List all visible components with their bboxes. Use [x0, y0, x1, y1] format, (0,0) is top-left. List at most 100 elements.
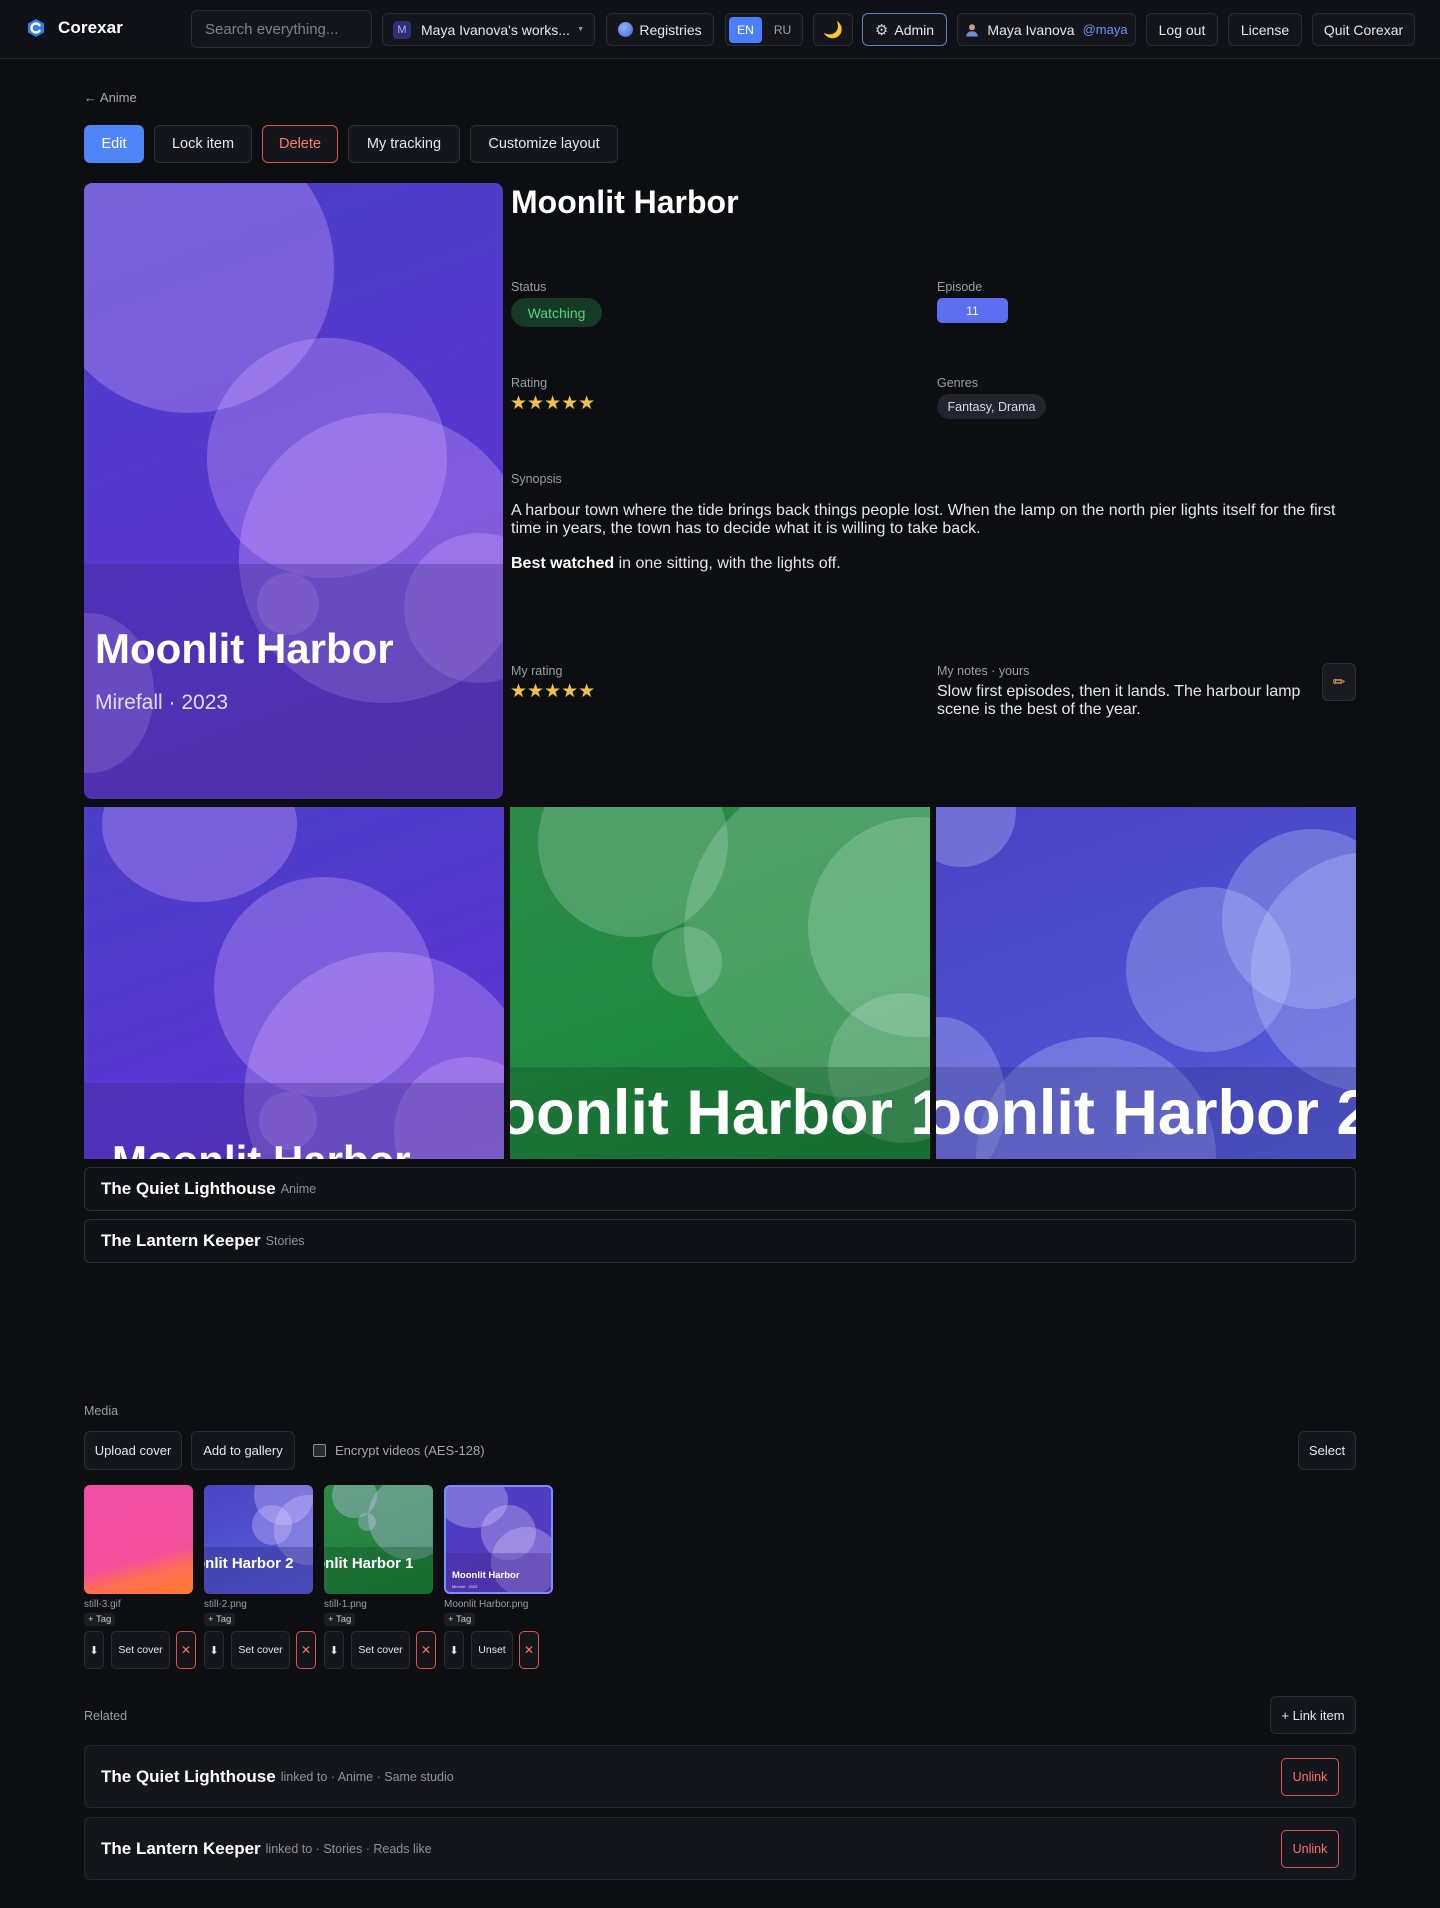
tile-bubble — [652, 927, 722, 997]
top-bar: Corexar Search everything... M Maya Ivan… — [0, 0, 1440, 59]
add-to-gallery-button[interactable]: Add to gallery — [191, 1431, 295, 1470]
delete-button[interactable]: Delete — [262, 125, 338, 163]
genre-chip[interactable]: Fantasy, Drama — [937, 394, 1046, 419]
registries-button[interactable]: Registries — [606, 13, 714, 46]
download-icon[interactable]: ⬇ — [324, 1631, 344, 1669]
media-filename: still-2.png — [204, 1599, 247, 1610]
remove-icon[interactable]: ✕ — [519, 1631, 539, 1669]
my-notes-label: My notes · yours — [937, 664, 1030, 678]
link-item-button[interactable]: + Link item — [1270, 1696, 1356, 1734]
download-icon[interactable]: ⬇ — [84, 1631, 104, 1669]
related-item-row[interactable]: The Lantern Keeper linked to · Stories ·… — [84, 1817, 1356, 1880]
related-item-name: The Lantern Keeper — [101, 1838, 261, 1858]
thumb-caption: onlit Harbor 1 — [324, 1555, 414, 1572]
select-button[interactable]: Select — [1298, 1431, 1356, 1470]
breadcrumb-back-link[interactable]: ← Anime — [84, 90, 137, 105]
status-badge[interactable]: Watching — [511, 298, 602, 327]
add-tag-button[interactable]: + Tag — [444, 1613, 476, 1626]
unlink-button[interactable]: Unlink — [1281, 1830, 1339, 1868]
search-input[interactable]: Search everything... — [191, 10, 372, 48]
gear-icon: ⚙ — [874, 21, 889, 39]
episode-label: Episode — [937, 280, 983, 294]
thumb-caption: onlit Harbor 2 — [204, 1555, 294, 1572]
unset-cover-button[interactable]: Unset — [471, 1631, 513, 1669]
gallery-tile[interactable]: Moonlit Harbor 1 — [510, 807, 930, 1159]
linked-item-name: The Lantern Keeper — [101, 1231, 261, 1250]
episode-badge[interactable]: 11 — [937, 298, 1008, 323]
upload-cover-button[interactable]: Upload cover — [84, 1431, 182, 1470]
theme-toggle-button[interactable]: 🌙 — [813, 13, 853, 46]
globe-icon — [618, 22, 634, 37]
media-thumbnail-selected[interactable]: Moonlit Harbor Mirefall · 2023 — [444, 1485, 553, 1594]
cover-subtitle: Mirefall · 2023 — [95, 691, 229, 714]
set-cover-button[interactable]: Set cover — [231, 1631, 290, 1669]
related-item-name: The Quiet Lighthouse — [101, 1766, 276, 1786]
synopsis-bold: Best watched — [511, 555, 615, 572]
media-filename: still-3.gif — [84, 1599, 121, 1610]
my-rating-stars[interactable]: ★★★★★ — [510, 680, 595, 703]
rating-stars: ★★★★★ — [510, 393, 596, 414]
remove-icon[interactable]: ✕ — [416, 1631, 436, 1669]
add-tag-button[interactable]: + Tag — [324, 1613, 356, 1626]
my-tracking-button[interactable]: My tracking — [348, 125, 460, 163]
related-section-label: Related — [84, 1709, 128, 1723]
admin-label: Admin — [894, 21, 935, 38]
user-menu-button[interactable]: Maya Ivanova @maya — [957, 13, 1136, 46]
media-thumbnail[interactable]: onlit Harbor 1 — [324, 1485, 433, 1594]
item-title: Moonlit Harbor — [511, 184, 739, 220]
encrypt-videos-label: Encrypt videos (AES-128) — [335, 1443, 485, 1458]
brand[interactable]: Corexar — [26, 18, 123, 38]
workspace-selector[interactable]: M Maya Ivanova's works... ▼ — [382, 13, 595, 46]
synopsis-text: A harbour town where the tide brings bac… — [511, 502, 1336, 537]
linked-item-row[interactable]: The Quiet Lighthouse Anime — [84, 1167, 1356, 1211]
logout-button[interactable]: Log out — [1146, 13, 1218, 46]
tile-caption: Moonlit Harbor — [112, 1137, 411, 1159]
thumb-caption: Moonlit Harbor — [452, 1570, 520, 1581]
download-icon[interactable]: ⬇ — [444, 1631, 464, 1669]
registries-label: Registries — [639, 21, 702, 38]
my-notes-text: Slow first episodes, then it lands. The … — [937, 683, 1301, 718]
user-icon — [966, 23, 979, 36]
cover-band — [84, 564, 503, 799]
synopsis-rest: in one sitting, with the lights off. — [614, 555, 841, 572]
lock-item-button[interactable]: Lock item — [154, 125, 252, 163]
remove-icon[interactable]: ✕ — [296, 1631, 316, 1669]
gallery-tile[interactable]: Moonlit Harbor — [84, 807, 504, 1159]
set-cover-button[interactable]: Set cover — [351, 1631, 410, 1669]
workspace-label: Maya Ivanova's works... — [421, 21, 570, 38]
set-cover-button[interactable]: Set cover — [111, 1631, 170, 1669]
media-thumbnail[interactable]: onlit Harbor 2 — [204, 1485, 313, 1594]
customize-layout-button[interactable]: Customize layout — [470, 125, 618, 163]
quit-button[interactable]: Quit Corexar — [1312, 13, 1415, 46]
corexar-logo-icon — [28, 19, 44, 37]
unlink-button[interactable]: Unlink — [1281, 1758, 1339, 1796]
language-ru-button[interactable]: RU — [766, 17, 799, 43]
workspace-avatar: M — [393, 20, 411, 39]
encrypt-videos-checkbox[interactable] — [313, 1444, 326, 1457]
media-filename: Moonlit Harbor.png — [444, 1599, 529, 1610]
tile-bubble — [936, 807, 1016, 867]
linked-item-kind: Stories — [265, 1234, 305, 1248]
linked-item-row[interactable]: The Lantern Keeper Stories — [84, 1219, 1356, 1263]
related-item-row[interactable]: The Quiet Lighthouse linked to · Anime ·… — [84, 1745, 1356, 1808]
rating-label: Rating — [511, 376, 548, 390]
download-icon[interactable]: ⬇ — [204, 1631, 224, 1669]
gallery-tile[interactable]: Moonlit Harbor 2 — [936, 807, 1356, 1159]
add-tag-button[interactable]: + Tag — [204, 1613, 236, 1626]
chevron-down-icon: ▼ — [577, 26, 584, 33]
remove-icon[interactable]: ✕ — [176, 1631, 196, 1669]
tile-caption: Moonlit Harbor 2 — [936, 1078, 1356, 1148]
media-thumbnail[interactable] — [84, 1485, 193, 1594]
media-filename: still-1.png — [324, 1599, 367, 1610]
license-button[interactable]: License — [1228, 13, 1302, 46]
edit-notes-button[interactable]: ✏ — [1322, 663, 1356, 701]
linked-item-kind: Anime — [280, 1182, 317, 1196]
add-tag-button[interactable]: + Tag — [84, 1613, 116, 1626]
edit-button[interactable]: Edit — [84, 125, 144, 163]
cover-image[interactable]: Moonlit Harbor Mirefall · 2023 — [84, 183, 503, 799]
admin-button[interactable]: ⚙ Admin — [862, 13, 947, 46]
status-label: Status — [511, 280, 547, 294]
language-en-button[interactable]: EN — [729, 16, 762, 43]
thumb-bubble — [358, 1513, 376, 1531]
moon-icon: 🌙 — [823, 21, 843, 39]
